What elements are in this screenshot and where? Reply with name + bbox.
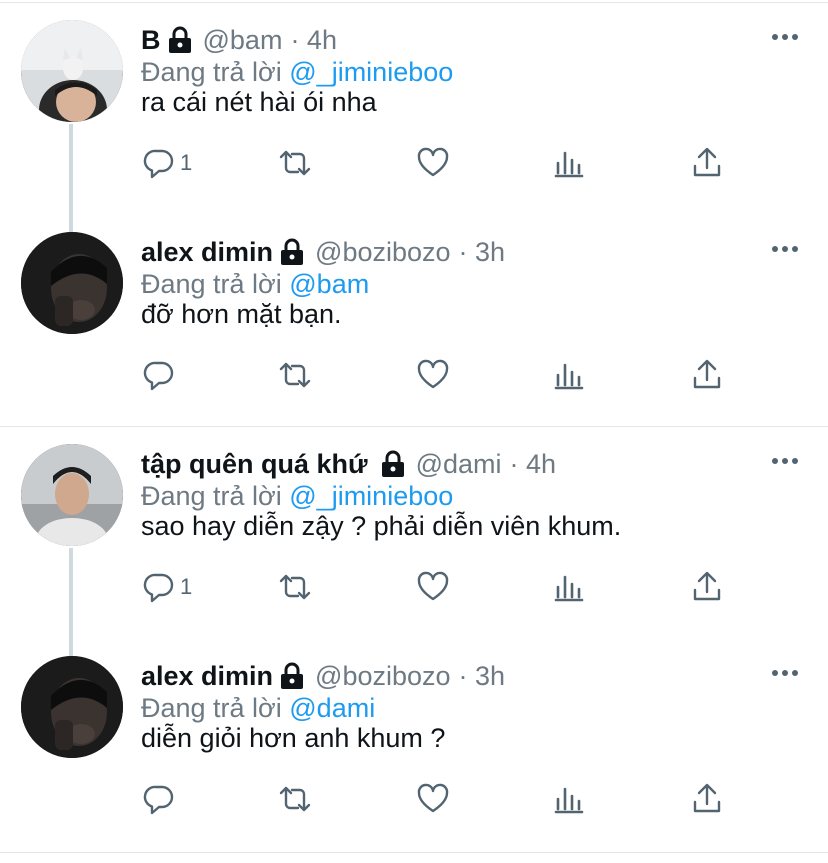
avatar[interactable] <box>21 656 123 758</box>
avatar[interactable] <box>21 20 123 122</box>
share-icon <box>690 146 724 180</box>
tweet-text: đỡ hơn mặt bạn. <box>141 299 342 329</box>
reply-count: 1 <box>180 150 193 175</box>
reply-button[interactable] <box>142 355 180 395</box>
reply-icon <box>142 146 176 180</box>
timestamp[interactable]: · 3h <box>459 661 506 692</box>
username[interactable]: @bozibozo <box>315 661 451 692</box>
replying-to: Đang trả lời @bam <box>141 269 369 300</box>
tweet-header: alex dimin @bozibozo · 3h <box>141 658 505 694</box>
action-bar <box>0 355 828 395</box>
replying-to: Đang trả lời @_jiminieboo <box>141 57 453 88</box>
reply-button[interactable]: 1 <box>142 143 192 183</box>
replying-to-handle[interactable]: @dami <box>289 693 375 723</box>
replying-to: Đang trả lời @dami <box>141 693 375 724</box>
replying-to-label: Đang trả lời <box>141 57 290 87</box>
like-button[interactable] <box>416 779 450 819</box>
tweet-header: tập quên quá khứ @dami · 4h <box>141 446 556 482</box>
tweet-text: sao hay diễn zậy ? phải diễn viên khum. <box>141 511 622 541</box>
retweet-button[interactable] <box>278 567 312 607</box>
heart-icon <box>416 358 450 392</box>
reply-icon <box>142 782 176 816</box>
share-icon <box>690 358 724 392</box>
replying-to-handle[interactable]: @_jiminieboo <box>289 481 453 511</box>
reply-icon <box>142 358 176 392</box>
more-icon[interactable] <box>770 666 800 680</box>
heart-icon <box>416 146 450 180</box>
tweet-header: alex dimin @bozibozo · 3h <box>141 234 505 270</box>
lock-icon <box>279 238 305 266</box>
timestamp[interactable]: · 4h <box>510 449 557 480</box>
display-name[interactable]: alex dimin <box>141 237 273 268</box>
share-button[interactable] <box>690 567 724 607</box>
share-button[interactable] <box>690 779 724 819</box>
more-icon[interactable] <box>770 242 800 256</box>
tweet-text: diễn giỏi hơn anh khum ? <box>141 723 446 753</box>
tweet[interactable]: alex dimin @bozibozo · 3h Đang trả lời @… <box>0 636 828 848</box>
reply-button[interactable]: 1 <box>142 567 192 607</box>
avatar[interactable] <box>21 232 123 334</box>
stats-button[interactable] <box>553 143 587 183</box>
username[interactable]: @dami <box>416 449 502 480</box>
share-button[interactable] <box>690 355 724 395</box>
action-bar <box>0 779 828 819</box>
tweet[interactable]: B @bam · 4h Đang trả lời @_jiminieboo ra… <box>0 0 828 212</box>
heart-icon <box>416 570 450 604</box>
tweet[interactable]: alex dimin @bozibozo · 3h Đang trả lời @… <box>0 212 828 424</box>
display-name[interactable]: B <box>141 25 161 56</box>
stats-icon <box>553 358 587 392</box>
replying-to-handle[interactable]: @_jiminieboo <box>289 57 453 87</box>
replying-to-handle[interactable]: @bam <box>289 269 369 299</box>
reply-icon <box>142 570 176 604</box>
stats-icon <box>553 782 587 816</box>
like-button[interactable] <box>416 567 450 607</box>
like-button[interactable] <box>416 143 450 183</box>
lock-icon <box>167 26 193 54</box>
more-icon[interactable] <box>770 30 800 44</box>
share-icon <box>690 570 724 604</box>
retweet-icon <box>278 570 312 604</box>
timestamp[interactable]: · 3h <box>459 237 506 268</box>
stats-button[interactable] <box>553 779 587 819</box>
reply-button[interactable] <box>142 779 180 819</box>
more-icon[interactable] <box>770 454 800 468</box>
tweet-header: B @bam · 4h <box>141 22 337 58</box>
avatar[interactable] <box>21 444 123 546</box>
stats-icon <box>553 146 587 180</box>
replying-to-label: Đang trả lời <box>141 481 290 511</box>
retweet-icon <box>278 358 312 392</box>
display-name[interactable]: tập quên quá khứ <box>141 449 368 480</box>
username[interactable]: @bozibozo <box>315 237 451 268</box>
timestamp[interactable]: · 4h <box>290 25 337 56</box>
username[interactable]: @bam <box>203 25 283 56</box>
tweet-text: ra cái nét hài ói nha <box>141 87 377 117</box>
lock-icon <box>380 450 406 478</box>
display-name[interactable]: alex dimin <box>141 661 273 692</box>
share-icon <box>690 782 724 816</box>
tweet[interactable]: tập quên quá khứ @dami · 4h Đang trả lời… <box>0 424 828 636</box>
share-button[interactable] <box>690 143 724 183</box>
action-bar: 1 <box>0 143 828 183</box>
retweet-button[interactable] <box>278 143 312 183</box>
lock-icon <box>279 662 305 690</box>
like-button[interactable] <box>416 355 450 395</box>
replying-to: Đang trả lời @_jiminieboo <box>141 481 453 512</box>
retweet-icon <box>278 782 312 816</box>
replying-to-label: Đang trả lời <box>141 693 290 723</box>
retweet-button[interactable] <box>278 355 312 395</box>
retweet-button[interactable] <box>278 779 312 819</box>
replying-to-label: Đang trả lời <box>141 269 290 299</box>
action-bar: 1 <box>0 567 828 607</box>
stats-button[interactable] <box>553 567 587 607</box>
stats-icon <box>553 570 587 604</box>
heart-icon <box>416 782 450 816</box>
reply-count: 1 <box>180 574 193 599</box>
bottom-divider <box>0 852 828 853</box>
stats-button[interactable] <box>553 355 587 395</box>
retweet-icon <box>278 146 312 180</box>
